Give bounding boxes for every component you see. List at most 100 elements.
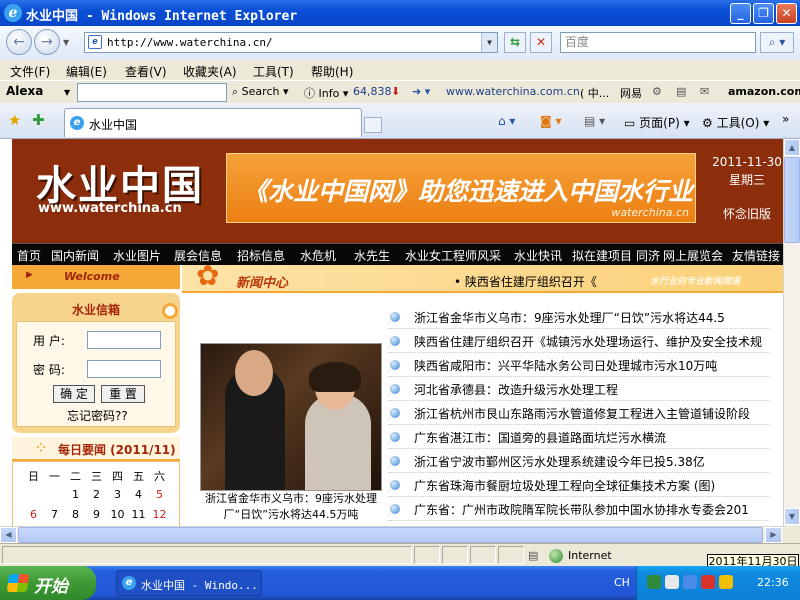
security-zone[interactable]: Internet <box>568 549 612 562</box>
calendar-day[interactable]: 3 <box>107 488 128 501</box>
history-dropdown-icon[interactable]: ▼ <box>63 38 69 47</box>
calendar-day[interactable]: 10 <box>107 508 128 521</box>
taskbar-item-ie[interactable]: e 水业中国 - Windo... <box>116 570 262 596</box>
scroll-left-button[interactable]: ◀ <box>0 527 17 543</box>
calendar-day[interactable]: 9 <box>86 508 107 521</box>
news-item-title[interactable]: 广东省：广州市政院隋军院长带队参加中国水协排水专委会201 <box>414 501 770 518</box>
calendar-day[interactable]: 5 <box>149 488 170 501</box>
username-input[interactable] <box>87 331 161 349</box>
login-reset-button[interactable]: 重 置 <box>101 385 145 403</box>
tools-menu[interactable]: ⚙ 工具(O) ▾ <box>702 114 769 131</box>
alexa-info-button[interactable]: ⓘ Info ▾ <box>304 85 348 101</box>
news-item[interactable]: 浙江省宁波市鄞州区污水处理系统建设今年已投5.38亿 <box>388 449 770 473</box>
menu-tools[interactable]: 工具(T) <box>253 63 294 80</box>
nav-projects[interactable]: 拟在建项目 <box>572 247 632 264</box>
scroll-down-button[interactable]: ▼ <box>784 508 800 525</box>
news-item[interactable]: 广东省珠海市餐厨垃圾处理工程向全球征集技术方案 (图) <box>388 473 770 497</box>
nav-tenders[interactable]: 招标信息 <box>237 247 285 264</box>
nav-online-expo[interactable]: 网上展览会 <box>663 247 723 264</box>
mail-icon[interactable]: ✉ <box>700 85 709 98</box>
news-item-title[interactable]: 广东省湛江市：国道旁的县道路面坑烂污水横流 <box>414 429 770 446</box>
maximize-button[interactable]: ❐ <box>753 3 774 24</box>
vertical-scroll-thumb[interactable] <box>784 157 800 243</box>
news-item[interactable]: 河北省承德县：改造升级污水处理工程 <box>388 377 770 401</box>
start-button[interactable]: 开始 <box>0 566 96 600</box>
tab-waterchina[interactable]: e 水业中国 <box>64 108 362 137</box>
alert-icon[interactable] <box>719 575 733 589</box>
menu-file[interactable]: 文件(F) <box>10 63 50 80</box>
back-button[interactable]: ← <box>6 29 32 55</box>
nav-friend-links[interactable]: 友情链接 <box>732 247 780 264</box>
news-item-title[interactable]: 浙江省金华市义乌市：9座污水处理厂“日饮”污水将达44.5 <box>414 309 770 326</box>
alexa-search-input[interactable] <box>77 83 227 102</box>
old-version-link[interactable]: 怀念旧版 <box>712 205 782 223</box>
refresh-button[interactable]: ⇆ <box>504 32 526 53</box>
search-button[interactable]: ⌕ ▾ <box>760 32 794 53</box>
menu-edit[interactable]: 编辑(E) <box>66 63 107 80</box>
news-item[interactable]: 陕西省住建厅组织召开《城镇污水处理场运行、维护及安全技术规 <box>388 329 770 353</box>
photo-caption[interactable]: 浙江省金华市义乌市：9座污水处理厂“日饮”污水将达44.5万吨 <box>196 491 386 523</box>
alexa-dropdown-icon[interactable]: ▼ <box>64 88 70 97</box>
scroll-up-button[interactable]: ▲ <box>784 139 800 156</box>
settings-icon[interactable]: ⚙ <box>652 85 662 98</box>
security-shield-icon[interactable] <box>701 575 715 589</box>
news-photo[interactable] <box>200 343 382 491</box>
page-menu[interactable]: ▭ 页面(P) ▾ <box>624 114 690 131</box>
related-links-icon[interactable]: ➜ ▾ <box>412 85 430 98</box>
alexa-site[interactable]: www.waterchina.com.cn <box>446 85 580 98</box>
alexa-logo[interactable]: Alexa <box>6 84 43 98</box>
news-item[interactable]: 浙江省金华市义乌市：9座污水处理厂“日饮”污水将达44.5 <box>388 305 770 329</box>
address-dropdown-icon[interactable]: ▼ <box>481 33 497 52</box>
news-item[interactable]: 浙江省杭州市艮山东路雨污水管道修复工程进入主管道铺设阶段 <box>388 401 770 425</box>
nav-domestic-news[interactable]: 国内新闻 <box>51 247 99 264</box>
news-marquee[interactable]: • 陕西省住建厅组织召开《 <box>454 273 597 290</box>
calendar-day[interactable]: 11 <box>128 508 149 521</box>
close-button[interactable]: ✕ <box>776 3 797 24</box>
nav-home[interactable]: 首页 <box>17 247 41 264</box>
stop-button[interactable]: ✕ <box>530 32 552 53</box>
calendar-day[interactable]: 12 <box>149 508 170 521</box>
vertical-scrollbar[interactable]: ▲ ▼ <box>783 139 800 526</box>
news-item-title[interactable]: 陕西省咸阳市：兴平华陆水务公司日处理城市污水10万吨 <box>414 357 770 374</box>
scroll-right-button[interactable]: ▶ <box>765 527 782 543</box>
rss-feed-icon[interactable]: ◙ ▾ <box>540 114 561 128</box>
forgot-password-link[interactable]: 忘记密码?? <box>67 407 128 424</box>
calendar-day[interactable]: 4 <box>128 488 149 501</box>
login-ok-button[interactable]: 确 定 <box>53 385 95 403</box>
menu-favorites[interactable]: 收藏夹(A) <box>183 63 237 80</box>
calendar-day[interactable]: 8 <box>65 508 86 521</box>
calendar-day[interactable]: 2 <box>86 488 107 501</box>
search-input[interactable]: 百度 <box>560 32 756 53</box>
site-logo[interactable]: 水业中国 www.waterchina.cn <box>36 153 204 216</box>
address-bar[interactable]: e http://www.waterchina.cn/ ▼ <box>84 32 498 53</box>
news-item-title[interactable]: 广东省珠海市餐厨垃圾处理工程向全球征集技术方案 (图) <box>414 477 770 494</box>
new-tab-button[interactable] <box>364 117 382 133</box>
nav-mr-water[interactable]: 水先生 <box>354 247 390 264</box>
nav-water-crisis[interactable]: 水危机 <box>300 247 336 264</box>
nav-tongji[interactable]: 同济 <box>636 247 660 264</box>
favorites-star-icon[interactable]: ★ <box>8 111 21 129</box>
alexa-rank[interactable]: 64,838 <box>353 85 392 98</box>
alexa-wangyi[interactable]: 网易 <box>620 85 642 101</box>
horizontal-scrollbar[interactable]: ◀ ▶ <box>0 526 783 543</box>
news-item-title[interactable]: 浙江省杭州市艮山东路雨污水管道修复工程进入主管道铺设阶段 <box>414 405 770 422</box>
home-icon[interactable]: ⌂ ▾ <box>498 114 515 128</box>
forward-button[interactable]: → <box>34 29 60 55</box>
toolbar-overflow-icon[interactable]: » <box>782 112 789 126</box>
news-item[interactable]: 广东省：广州市政院隋军院长带队参加中国水协排水专委会201 <box>388 497 770 521</box>
banner-ad[interactable]: 《水业中国网》助您迅速进入中国水行业 waterchina.cn <box>226 153 696 223</box>
news-item-title[interactable]: 河北省承德县：改造升级污水处理工程 <box>414 381 770 398</box>
alexa-search-button[interactable]: ⌕ Search ▾ <box>232 85 289 99</box>
update-icon[interactable] <box>683 575 697 589</box>
menu-help[interactable]: 帮助(H) <box>311 63 353 80</box>
news-item-title[interactable]: 浙江省宁波市鄞州区污水处理系统建设今年已投5.38亿 <box>414 453 770 470</box>
minimize-button[interactable]: _ <box>730 3 751 24</box>
horizontal-scroll-thumb[interactable] <box>18 527 763 543</box>
calendar-day[interactable]: 1 <box>65 488 86 501</box>
nav-flash-news[interactable]: 水业快讯 <box>514 247 562 264</box>
news-item-title[interactable]: 陕西省住建厅组织召开《城镇污水处理场运行、维护及安全技术规 <box>414 333 770 350</box>
amazon-link[interactable]: amazon.com. <box>728 85 800 98</box>
menu-view[interactable]: 查看(V) <box>125 63 167 80</box>
language-indicator[interactable]: CH <box>614 576 630 589</box>
nav-female-engineers[interactable]: 水业女工程师风采 <box>405 247 501 264</box>
